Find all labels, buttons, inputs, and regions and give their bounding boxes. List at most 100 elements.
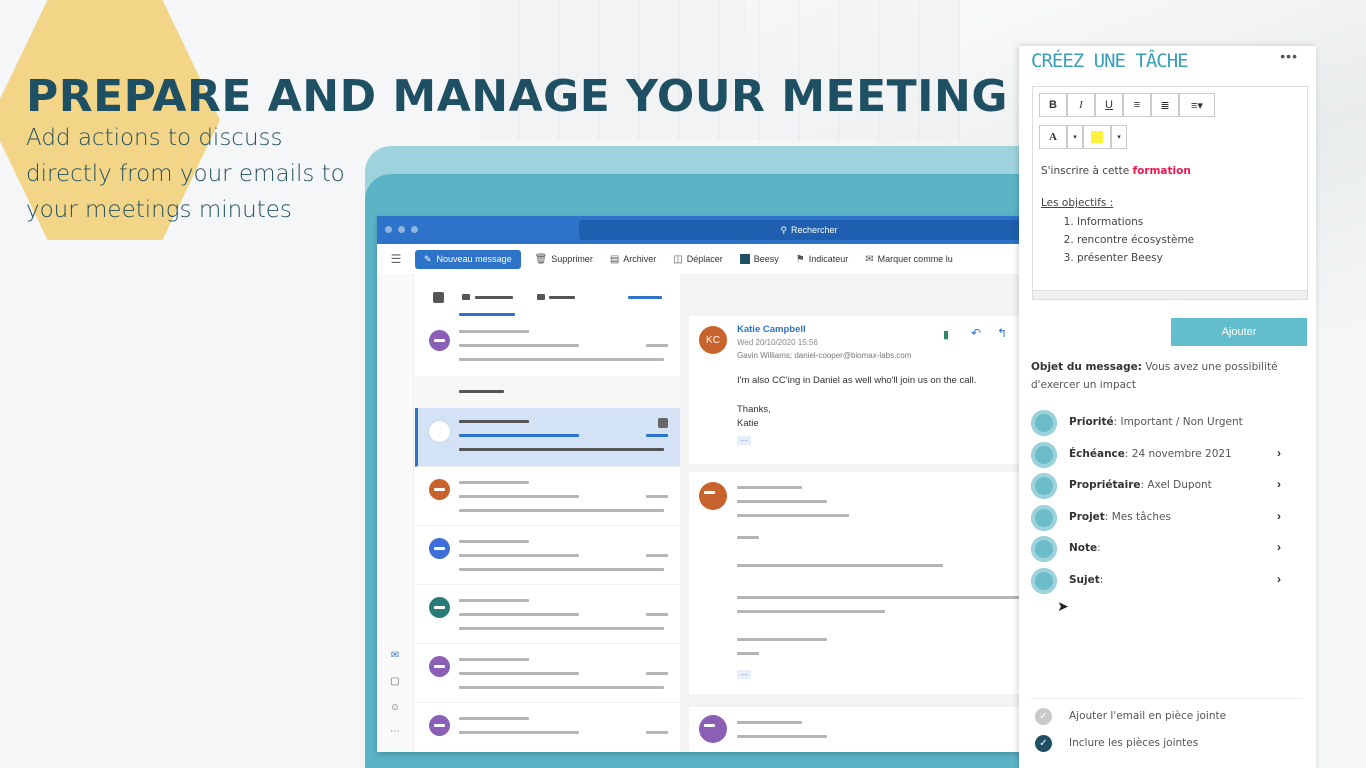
objective-item: rencontre écosystème <box>1077 231 1194 249</box>
archive-button[interactable]: ▤ Archiver <box>610 254 656 265</box>
property-note[interactable]: Note: › <box>1031 536 1281 562</box>
tab-focused[interactable] <box>475 296 513 299</box>
bold-button[interactable]: B <box>1039 93 1067 117</box>
objective-item: Informations <box>1077 213 1194 231</box>
delete-button[interactable]: 🗑 Supprimer <box>535 254 593 265</box>
move-button[interactable]: ◫ Déplacer <box>673 254 722 265</box>
window-controls[interactable] <box>385 226 418 233</box>
new-message-label: Nouveau message <box>436 254 512 264</box>
rich-text-editor[interactable]: B I U ≡ ≣ ≡▾ A ▾ ▾ S'inscrire à cette fo… <box>1032 86 1308 300</box>
avatar <box>429 715 450 736</box>
property-project[interactable]: Projet: Mes tâches › <box>1031 505 1281 531</box>
chevron-right-icon[interactable]: › <box>1277 540 1281 554</box>
item-line <box>459 448 664 451</box>
property-text: Propriétaire: Axel Dupont <box>1069 479 1212 491</box>
select-circle[interactable] <box>428 420 451 443</box>
objectives-title: Les objectifs : <box>1041 197 1114 209</box>
numbered-list-icon[interactable]: ≣ <box>1151 93 1179 117</box>
sender-name[interactable]: Katie Campbell <box>737 324 806 335</box>
card-line <box>737 735 827 738</box>
item-flag <box>658 418 668 428</box>
item-line <box>459 540 529 543</box>
filter-link[interactable] <box>628 296 662 299</box>
resize-handle[interactable] <box>1033 290 1307 299</box>
card-line <box>737 652 759 655</box>
item-line <box>459 554 579 557</box>
attach-email-toggle[interactable]: ✓ Ajouter l'email en pièce jointe <box>1035 708 1285 726</box>
subject-icon <box>1031 568 1057 594</box>
more-options-icon[interactable]: ••• <box>1280 48 1298 64</box>
italic-button[interactable]: I <box>1067 93 1095 117</box>
select-all-checkbox[interactable] <box>433 292 444 303</box>
reply-icon[interactable]: ↶ <box>971 326 981 340</box>
list-item[interactable] <box>415 585 680 644</box>
property-value: : 24 novembre 2021 <box>1124 448 1232 460</box>
chevron-right-icon[interactable]: › <box>1277 572 1281 586</box>
item-line <box>459 568 664 571</box>
archive-icon: ▤ <box>609 253 620 265</box>
flag-icon: ⚑ <box>795 253 805 265</box>
people-icon[interactable]: ☺ <box>389 702 401 713</box>
list-item-selected[interactable] <box>415 408 680 467</box>
font-color-dropdown-icon[interactable]: ▾ <box>1067 125 1083 149</box>
property-value: : <box>1097 542 1101 554</box>
item-line <box>459 509 664 512</box>
flag-button[interactable]: ⚑ Indicateur <box>796 254 849 265</box>
property-subject[interactable]: Sujet: › <box>1031 568 1281 594</box>
beesy-addin-icon[interactable]: ▮ <box>943 328 949 341</box>
property-priority[interactable]: Priorité: Important / Non Urgent <box>1031 410 1281 436</box>
chevron-right-icon[interactable]: › <box>1277 509 1281 523</box>
include-attachments-label: Inclure les pièces jointes <box>1069 737 1199 749</box>
filter-bullet <box>462 294 470 300</box>
property-owner[interactable]: Propriétaire: Axel Dupont › <box>1031 473 1281 499</box>
message-list <box>415 274 680 752</box>
add-task-button[interactable]: Ajouter <box>1171 318 1307 346</box>
tab-other[interactable] <box>549 296 575 299</box>
list-item[interactable] <box>415 467 680 526</box>
property-due-date[interactable]: Échéance: 24 novembre 2021 › <box>1031 442 1281 468</box>
menu-icon[interactable]: ☰ <box>377 252 415 266</box>
move-label: Déplacer <box>686 254 723 264</box>
mark-read-button[interactable]: ✉ Marquer comme lu <box>865 254 952 265</box>
include-attachments-toggle[interactable]: ✓ Inclure les pièces jointes <box>1035 735 1285 753</box>
item-line <box>459 658 529 661</box>
card-line <box>737 536 759 539</box>
close-dot[interactable] <box>385 226 392 233</box>
align-dropdown-icon[interactable]: ≡▾ <box>1179 93 1215 117</box>
font-color-button[interactable]: A <box>1039 125 1067 149</box>
avatar <box>429 538 450 559</box>
calendar-icon[interactable]: ▢ <box>389 676 401 687</box>
item-line <box>459 731 579 734</box>
reply-all-icon[interactable]: ↰ <box>997 326 1007 340</box>
bullet-list-icon[interactable]: ≡ <box>1123 93 1151 117</box>
search-input[interactable]: ⚲ Rechercher <box>579 220 1027 240</box>
beesy-task-panel: CRÉEZ UNE TÂCHE ••• B I U ≡ ≣ ≡▾ A ▾ ▾ S… <box>1019 46 1316 768</box>
item-line <box>459 330 529 333</box>
property-label: Note <box>1069 542 1098 554</box>
card-line <box>737 721 802 724</box>
show-more-button[interactable]: ··· <box>737 670 751 679</box>
item-line <box>459 481 529 484</box>
archive-label: Archiver <box>623 254 657 264</box>
beesy-label: Beesy <box>753 254 779 264</box>
list-item[interactable] <box>415 526 680 585</box>
new-message-button[interactable]: ✎ Nouveau message <box>415 249 521 269</box>
more-icon[interactable]: ⋯ <box>389 726 401 737</box>
avatar <box>429 597 450 618</box>
minimize-dot[interactable] <box>398 226 405 233</box>
highlight-color-button[interactable] <box>1083 125 1111 149</box>
list-item[interactable] <box>415 644 680 703</box>
highlight-dropdown-icon[interactable]: ▾ <box>1111 125 1127 149</box>
chevron-right-icon[interactable]: › <box>1277 446 1281 460</box>
show-more-button[interactable]: ··· <box>737 436 751 445</box>
list-item[interactable] <box>415 703 680 752</box>
highlight-swatch <box>1091 131 1103 143</box>
list-item[interactable] <box>415 318 680 377</box>
mail-icon[interactable]: ✉ <box>389 650 401 661</box>
objectives-list: Informations rencontre écosystème présen… <box>1041 213 1194 267</box>
beesy-button[interactable]: Beesy <box>739 254 779 264</box>
chevron-right-icon[interactable]: › <box>1277 477 1281 491</box>
editor-content: S'inscrire à cette formation Les objecti… <box>1041 165 1194 267</box>
maximize-dot[interactable] <box>411 226 418 233</box>
underline-button[interactable]: U <box>1095 93 1123 117</box>
